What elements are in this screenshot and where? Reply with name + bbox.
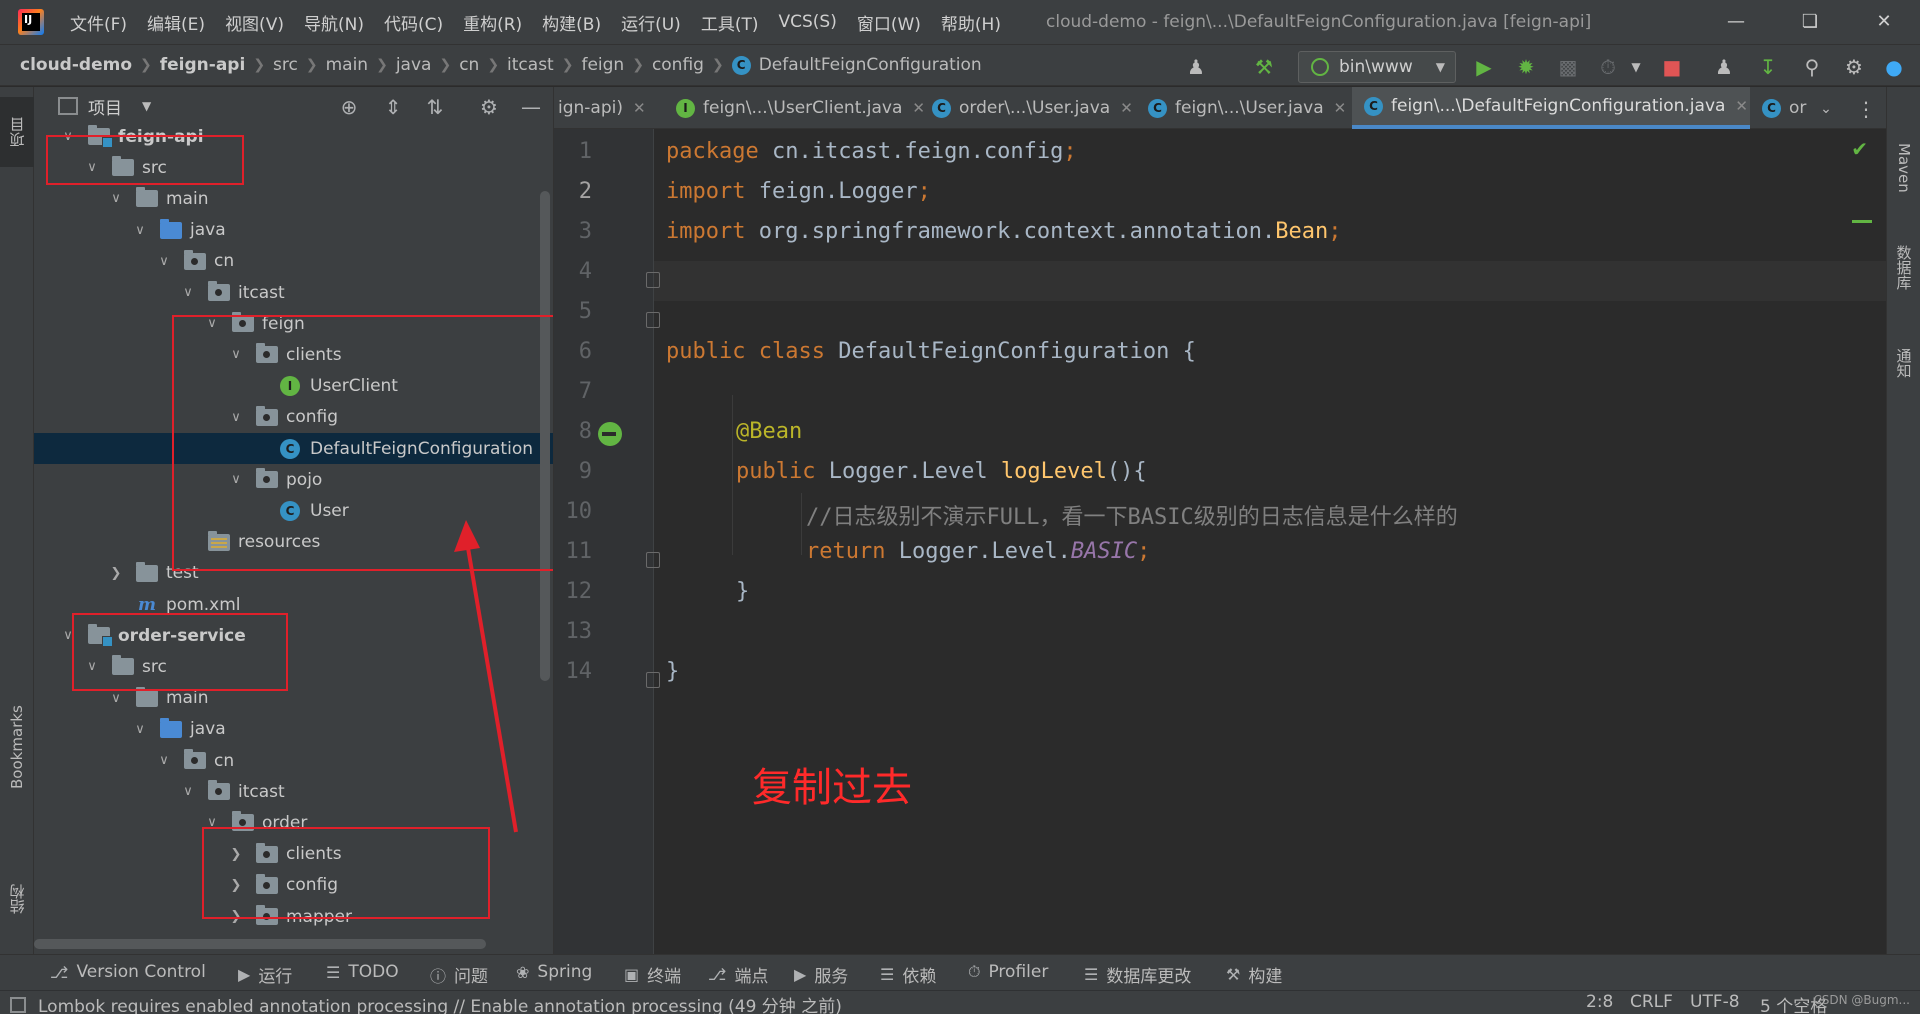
tool-version-control[interactable]: ⎇ Version Control (50, 962, 206, 982)
notifications-tool-tab[interactable]: 通知 (1887, 323, 1920, 403)
tool-terminal[interactable]: ▣ 终端 (624, 962, 681, 987)
version-control-icon: ⎇ (50, 962, 69, 982)
tool-todo[interactable]: ☰ TODO (326, 962, 399, 982)
maven-tool-tab[interactable]: Maven (1887, 123, 1920, 213)
status-bar: Lombok requires enabled annotation proce… (0, 990, 1920, 1014)
services-icon: ▶ (794, 965, 807, 984)
terminal-icon: ▣ (624, 965, 640, 984)
build-hammer-icon: ⚒ (1226, 965, 1241, 984)
database-changes-icon: ☰ (1084, 965, 1099, 984)
status-message[interactable]: Lombok requires enabled annotation proce… (38, 992, 842, 1014)
caret-position[interactable]: 2:8 (1586, 992, 1613, 1012)
annotation-copy-over-text: 复制过去 (752, 765, 912, 811)
tool-endpoints[interactable]: ⎇ 端点 (708, 962, 768, 987)
watermark: CSDN @Bugm... (1813, 993, 1910, 1007)
file-encoding[interactable]: UTF-8 (1690, 992, 1740, 1012)
line-separator[interactable]: CRLF (1630, 992, 1673, 1012)
problems-icon: ⓘ (430, 966, 447, 986)
status-panel-toggle-icon[interactable] (10, 996, 26, 1013)
tool-run[interactable]: ▶ 运行 (238, 962, 292, 987)
tool-database-changes[interactable]: ☰ 数据库更改 (1084, 962, 1191, 987)
tool-spring[interactable]: ❀ Spring (516, 962, 592, 982)
tool-services[interactable]: ▶ 服务 (794, 962, 848, 987)
tool-problems[interactable]: ⓘ 问题 (430, 962, 488, 988)
list-icon: ☰ (326, 962, 341, 982)
right-tool-strip: Maven 数据库 通知 (1886, 87, 1920, 954)
bottom-tool-bar: ⎇ Version Control ▶ 运行 ☰ TODO ⓘ 问题 ❀ Spring ▣… (0, 954, 1920, 990)
tool-build[interactable]: ⚒ 构建 (1226, 962, 1282, 987)
endpoints-icon: ⎇ (708, 965, 727, 984)
database-tool-label: 数据库 (1894, 244, 1913, 290)
annotation-arrow (454, 520, 518, 833)
annotation-arrow-head (454, 520, 480, 552)
maven-tool-label: Maven (1895, 143, 1913, 193)
tool-dependencies[interactable]: ☰ 依赖 (880, 962, 936, 987)
database-tool-tab[interactable]: 数据库 (1887, 217, 1920, 317)
dependencies-icon: ☰ (880, 965, 895, 984)
notifications-tool-label: 通知 (1894, 348, 1913, 378)
run-icon: ▶ (238, 965, 251, 984)
profiler-icon: ⏱ (968, 962, 981, 981)
annotation-arrow-line (464, 535, 518, 833)
tool-profiler[interactable]: ⏱ Profiler (968, 962, 1048, 982)
spring-leaf-icon: ❀ (516, 962, 530, 982)
